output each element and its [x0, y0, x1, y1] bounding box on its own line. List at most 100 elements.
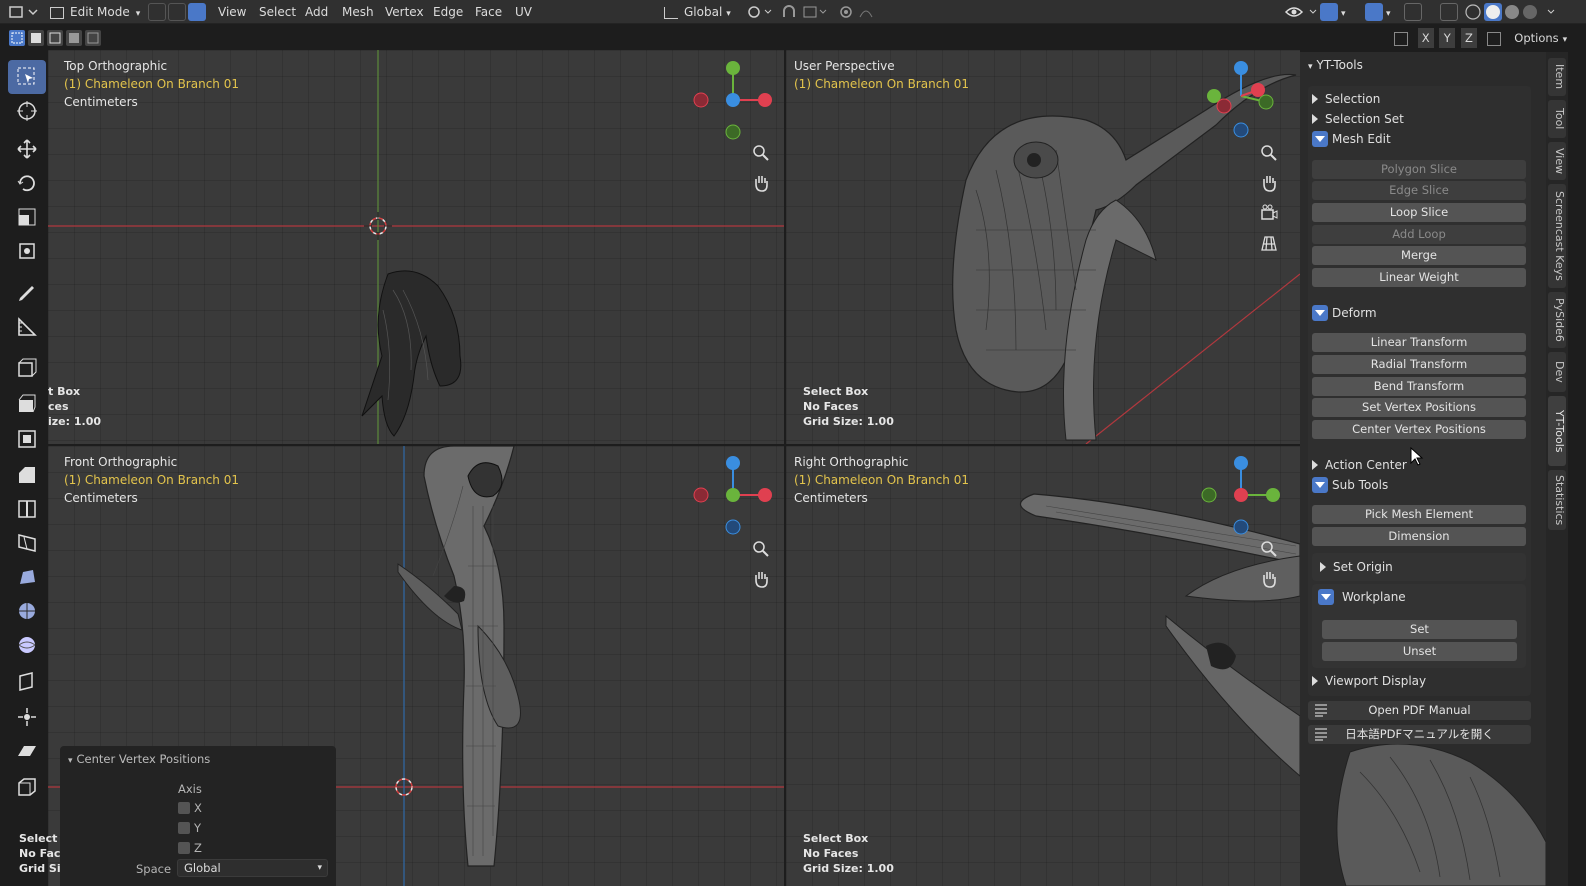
menu-view[interactable]: View	[218, 3, 246, 21]
radial-transform-button[interactable]: Radial Transform	[1312, 355, 1526, 374]
snap-toggle[interactable]	[780, 3, 830, 21]
tab-tool[interactable]: Tool	[1548, 100, 1566, 138]
menu-add[interactable]: Add	[305, 3, 328, 21]
linear-weight-button[interactable]: Linear Weight	[1312, 268, 1526, 287]
viewport-right-orthographic[interactable]: Right Orthographic (1) Chameleon On Bran…	[786, 446, 1300, 886]
set-vertex-positions-button[interactable]: Set Vertex Positions	[1312, 398, 1526, 417]
proportional-editing-toggle[interactable]	[838, 3, 888, 21]
axis-x-checkbox[interactable]	[178, 802, 190, 814]
viewport-top-orthographic[interactable]: Top Orthographic (1) Chameleon On Branch…	[48, 50, 784, 444]
tab-view[interactable]: View	[1548, 142, 1566, 180]
menu-select[interactable]: Select	[259, 3, 296, 21]
zoom-button[interactable]	[1256, 536, 1282, 562]
zoom-button[interactable]	[748, 536, 774, 562]
options-dropdown[interactable]: Options	[1514, 31, 1558, 45]
tab-pyside6[interactable]: PySide6	[1548, 292, 1566, 348]
inset-tool[interactable]	[8, 422, 46, 456]
camera-view-button[interactable]	[1256, 200, 1282, 226]
polygon-slice-button[interactable]: Polygon Slice	[1312, 160, 1526, 179]
vertex-select-mode-button[interactable]	[148, 3, 166, 21]
edge-slice-button[interactable]: Edge Slice	[1312, 181, 1526, 200]
visibility-dropdown[interactable]	[1284, 3, 1324, 21]
mesh-overlay-toggle[interactable]	[1404, 3, 1422, 21]
add-loop-button[interactable]: Add Loop	[1312, 225, 1526, 244]
transform-orientation-dropdown[interactable]: Global ▾	[664, 3, 740, 21]
annotate-tool[interactable]	[8, 276, 46, 310]
open-jp-pdf-manual-button[interactable]: 日本語PDFマニュアルを開く	[1308, 725, 1531, 744]
tab-statistics[interactable]: Statistics	[1548, 470, 1566, 530]
chevron-down-icon[interactable]: ▾	[1386, 3, 1391, 21]
add-cube-tool[interactable]	[8, 350, 46, 384]
pan-button[interactable]	[1256, 170, 1282, 196]
section-selection-set[interactable]: Selection Set	[1312, 110, 1404, 128]
mode-selector[interactable]: Edit Mode ▾	[50, 3, 142, 21]
topology-mirror-icon[interactable]	[1486, 31, 1501, 46]
section-viewport-display[interactable]: Viewport Display	[1312, 672, 1426, 690]
navigation-gizmo[interactable]	[693, 61, 772, 140]
pan-button[interactable]	[1256, 566, 1282, 592]
axis-z-checkbox[interactable]	[178, 842, 190, 854]
section-workplane[interactable]: Workplane	[1318, 588, 1406, 606]
select-mode-group[interactable]	[8, 28, 108, 48]
tab-dev[interactable]: Dev	[1548, 352, 1566, 392]
scale-tool[interactable]	[8, 200, 46, 234]
open-pdf-manual-button[interactable]: Open PDF Manual	[1308, 701, 1531, 720]
tab-item[interactable]: Item	[1548, 58, 1566, 96]
editor-type-button[interactable]	[8, 3, 38, 21]
section-action-center[interactable]: Action Center	[1312, 456, 1407, 474]
viewport-user-perspective[interactable]: User Perspective (1) Chameleon On Branch…	[786, 50, 1300, 444]
center-vertex-positions-button[interactable]: Center Vertex Positions	[1312, 420, 1526, 439]
menu-face[interactable]: Face	[475, 3, 502, 21]
poly-build-tool[interactable]	[8, 560, 46, 594]
workplane-set-button[interactable]: Set	[1322, 620, 1517, 639]
menu-vertex[interactable]: Vertex	[385, 3, 424, 21]
zoom-button[interactable]	[748, 140, 774, 166]
extrude-tool[interactable]	[8, 386, 46, 420]
chevron-down-icon[interactable]: ▾	[1341, 3, 1346, 21]
pan-button[interactable]	[748, 566, 774, 592]
tab-yt-tools[interactable]: YT-Tools	[1548, 396, 1566, 466]
xray-toggle[interactable]	[1440, 3, 1458, 21]
edge-select-mode-button[interactable]	[168, 3, 186, 21]
merge-button[interactable]: Merge	[1312, 246, 1526, 265]
mirror-y-toggle[interactable]: Y	[1439, 28, 1456, 48]
pick-mesh-element-button[interactable]: Pick Mesh Element	[1312, 505, 1526, 524]
loop-slice-button[interactable]: Loop Slice	[1312, 203, 1526, 222]
pan-button[interactable]	[748, 170, 774, 196]
tab-screencast-keys[interactable]: Screencast Keys	[1548, 184, 1566, 288]
gizmo-toggle[interactable]	[1320, 3, 1338, 21]
ortho-toggle-button[interactable]	[1256, 230, 1282, 256]
shear-tool[interactable]	[8, 734, 46, 768]
mirror-x-toggle[interactable]: X	[1417, 28, 1434, 48]
overlay-toggle[interactable]	[1365, 3, 1383, 21]
smooth-tool[interactable]	[8, 628, 46, 662]
edge-slide-tool[interactable]	[8, 664, 46, 698]
workplane-unset-button[interactable]: Unset	[1322, 642, 1517, 661]
linear-transform-button[interactable]: Linear Transform	[1312, 333, 1526, 352]
mirror-z-toggle[interactable]: Z	[1460, 28, 1477, 48]
rotate-tool[interactable]	[8, 166, 46, 200]
move-tool[interactable]	[8, 132, 46, 166]
transform-tool[interactable]	[8, 234, 46, 268]
navigation-gizmo[interactable]	[693, 456, 772, 535]
knife-tool[interactable]	[8, 526, 46, 560]
dimension-button[interactable]: Dimension	[1312, 527, 1526, 546]
yt-tools-panel-header[interactable]: ▾ YT-Tools	[1308, 58, 1363, 72]
zoom-button[interactable]	[1256, 140, 1282, 166]
menu-uv[interactable]: UV	[515, 3, 532, 21]
loop-cut-tool[interactable]	[8, 492, 46, 526]
section-selection[interactable]: Selection	[1312, 90, 1380, 108]
bend-transform-button[interactable]: Bend Transform	[1312, 377, 1526, 396]
section-set-origin[interactable]: Set Origin	[1320, 558, 1393, 576]
section-deform[interactable]: Deform	[1312, 304, 1377, 322]
face-select-mode-button[interactable]	[188, 3, 206, 21]
measure-tool[interactable]	[8, 310, 46, 344]
cursor-tool[interactable]	[8, 94, 46, 128]
menu-edge[interactable]: Edge	[433, 3, 463, 21]
rip-region-tool[interactable]	[8, 770, 46, 804]
spin-tool[interactable]	[8, 594, 46, 628]
pivot-point-dropdown[interactable]	[746, 3, 776, 21]
shrink-fatten-tool[interactable]	[8, 700, 46, 734]
operator-panel-header[interactable]: ▾ Center Vertex Positions	[68, 752, 210, 766]
select-box-tool[interactable]	[8, 60, 46, 94]
